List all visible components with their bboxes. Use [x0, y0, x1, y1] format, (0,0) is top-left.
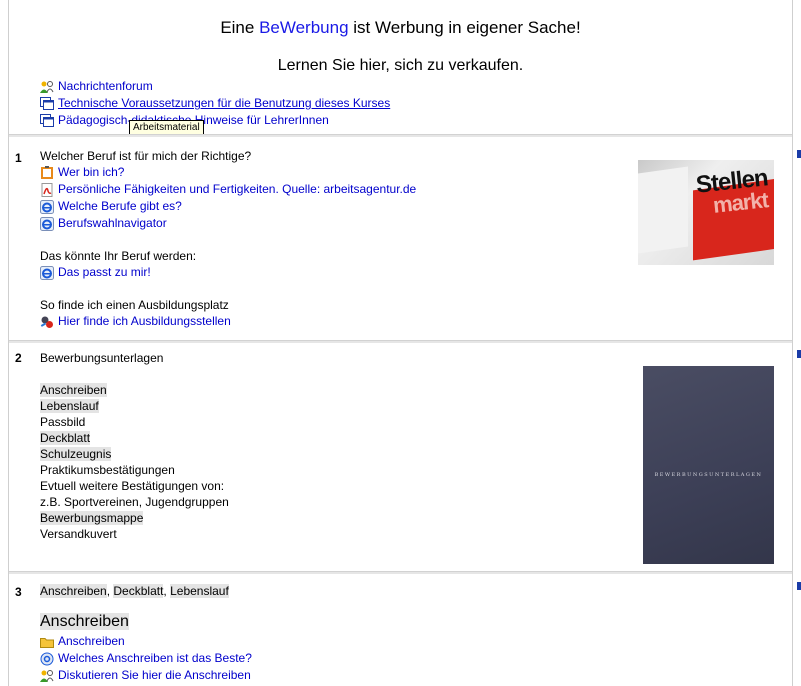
- document-list-item: Praktikumsbestätigungen: [40, 463, 175, 477]
- document-list-item: Anschreiben: [40, 383, 107, 397]
- section-1-content: Welcher Beruf ist für mich der Richtige?…: [40, 148, 416, 330]
- document-list-item: Schulzeugnis: [40, 447, 112, 461]
- document-list-item: Versandkuvert: [40, 527, 117, 541]
- section-toggle-icon[interactable]: [797, 150, 801, 158]
- link-welche-berufe[interactable]: Welche Berufe gibt es?: [40, 198, 416, 215]
- image-caption: BEWERBUNGSUNTERLAGEN: [654, 472, 763, 478]
- link-berufswahlnavigator[interactable]: Berufswahlnavigator: [40, 215, 416, 232]
- ie-icon: [40, 199, 54, 214]
- folder-icon: [40, 637, 54, 648]
- document-list-item: Bewerbungsmappe: [40, 511, 144, 525]
- section-divider: [9, 340, 792, 343]
- link-welches-anschreiben[interactable]: Welches Anschreiben ist das Beste?: [40, 650, 252, 667]
- tools-icon: [40, 316, 53, 328]
- link-paedagogische-hinweise[interactable]: Pädagogisch-didaktische Hinweise für Leh…: [40, 112, 390, 129]
- ie-icon: [40, 216, 54, 231]
- section-3-content: Anschreiben, Deckblatt, Lebenslauf Ansch…: [40, 583, 252, 684]
- forum-icon: [40, 669, 54, 682]
- link-diskutieren-anschreiben[interactable]: Diskutieren Sie hier die Anschreiben: [40, 667, 252, 684]
- section-heading: Anschreiben, Deckblatt, Lebenslauf: [40, 584, 229, 598]
- section-label: Das könnte Ihr Beruf werden:: [40, 249, 197, 263]
- ie-icon: [40, 265, 54, 280]
- stellenmarkt-image: Stellen markt: [638, 160, 774, 265]
- document-list-item: Evtuell weitere Bestätigungen von:: [40, 479, 225, 493]
- document-list-item: Passbild: [40, 415, 86, 429]
- intro-link-list: Nachrichtenforum Technische Voraussetzun…: [40, 78, 390, 129]
- section-divider: [9, 134, 792, 137]
- document-list-item: z.B. Sportvereinen, Jugendgruppen: [40, 495, 229, 509]
- course-title: Eine BeWerbung ist Werbung in eigener Sa…: [220, 18, 581, 37]
- link-technische-voraussetzungen[interactable]: Technische Voraussetzungen für die Benut…: [40, 95, 390, 112]
- section-number: 1: [15, 151, 22, 165]
- bewerbungsunterlagen-image: BEWERBUNGSUNTERLAGEN: [643, 366, 774, 564]
- frame-right-border: [792, 0, 793, 686]
- link-ausbildungsstellen[interactable]: Hier finde ich Ausbildungsstellen: [40, 313, 416, 330]
- section-toggle-icon[interactable]: [797, 582, 801, 590]
- pdf-icon: [41, 182, 53, 197]
- tooltip: Arbeitsmaterial: [129, 120, 204, 135]
- section-divider: [9, 571, 792, 574]
- section-label: So finde ich einen Ausbildungsplatz: [40, 298, 229, 312]
- section-toggle-icon[interactable]: [797, 350, 801, 358]
- link-das-passt-zu-mir[interactable]: Das passt zu mir!: [40, 264, 416, 281]
- document-list: Anschreiben Lebenslauf Passbild Deckblatt Sc…: [40, 382, 229, 542]
- forum-icon: [40, 80, 54, 93]
- document-list-item: Deckblatt: [40, 431, 91, 445]
- section-heading: Welcher Beruf ist für mich der Richtige?: [40, 149, 252, 163]
- section-number: 3: [15, 585, 22, 599]
- link-wer-bin-ich[interactable]: Wer bin ich?: [40, 164, 416, 181]
- course-summary-section: Eine BeWerbung ist Werbung in eigener Sa…: [9, 0, 792, 134]
- course-subtitle: Lernen Sie hier, sich zu verkaufen.: [277, 57, 524, 74]
- link-faehigkeiten-pdf[interactable]: Persönliche Fähigkeiten und Fertigkeiten…: [40, 181, 416, 198]
- section-2-content: Bewerbungsunterlagen Anschreiben Lebensla…: [40, 350, 229, 542]
- link-anschreiben-folder[interactable]: Anschreiben: [40, 633, 252, 650]
- window-icon: [40, 113, 54, 127]
- section-number: 2: [15, 351, 22, 365]
- choice-icon: [40, 652, 54, 665]
- section-heading: Bewerbungsunterlagen: [40, 351, 164, 365]
- clipboard-icon: [41, 165, 53, 179]
- window-icon: [40, 96, 54, 110]
- subsection-heading: Anschreiben: [40, 613, 129, 630]
- document-list-item: Lebenslauf: [40, 399, 99, 413]
- link-nachrichtenforum[interactable]: Nachrichtenforum: [40, 78, 390, 95]
